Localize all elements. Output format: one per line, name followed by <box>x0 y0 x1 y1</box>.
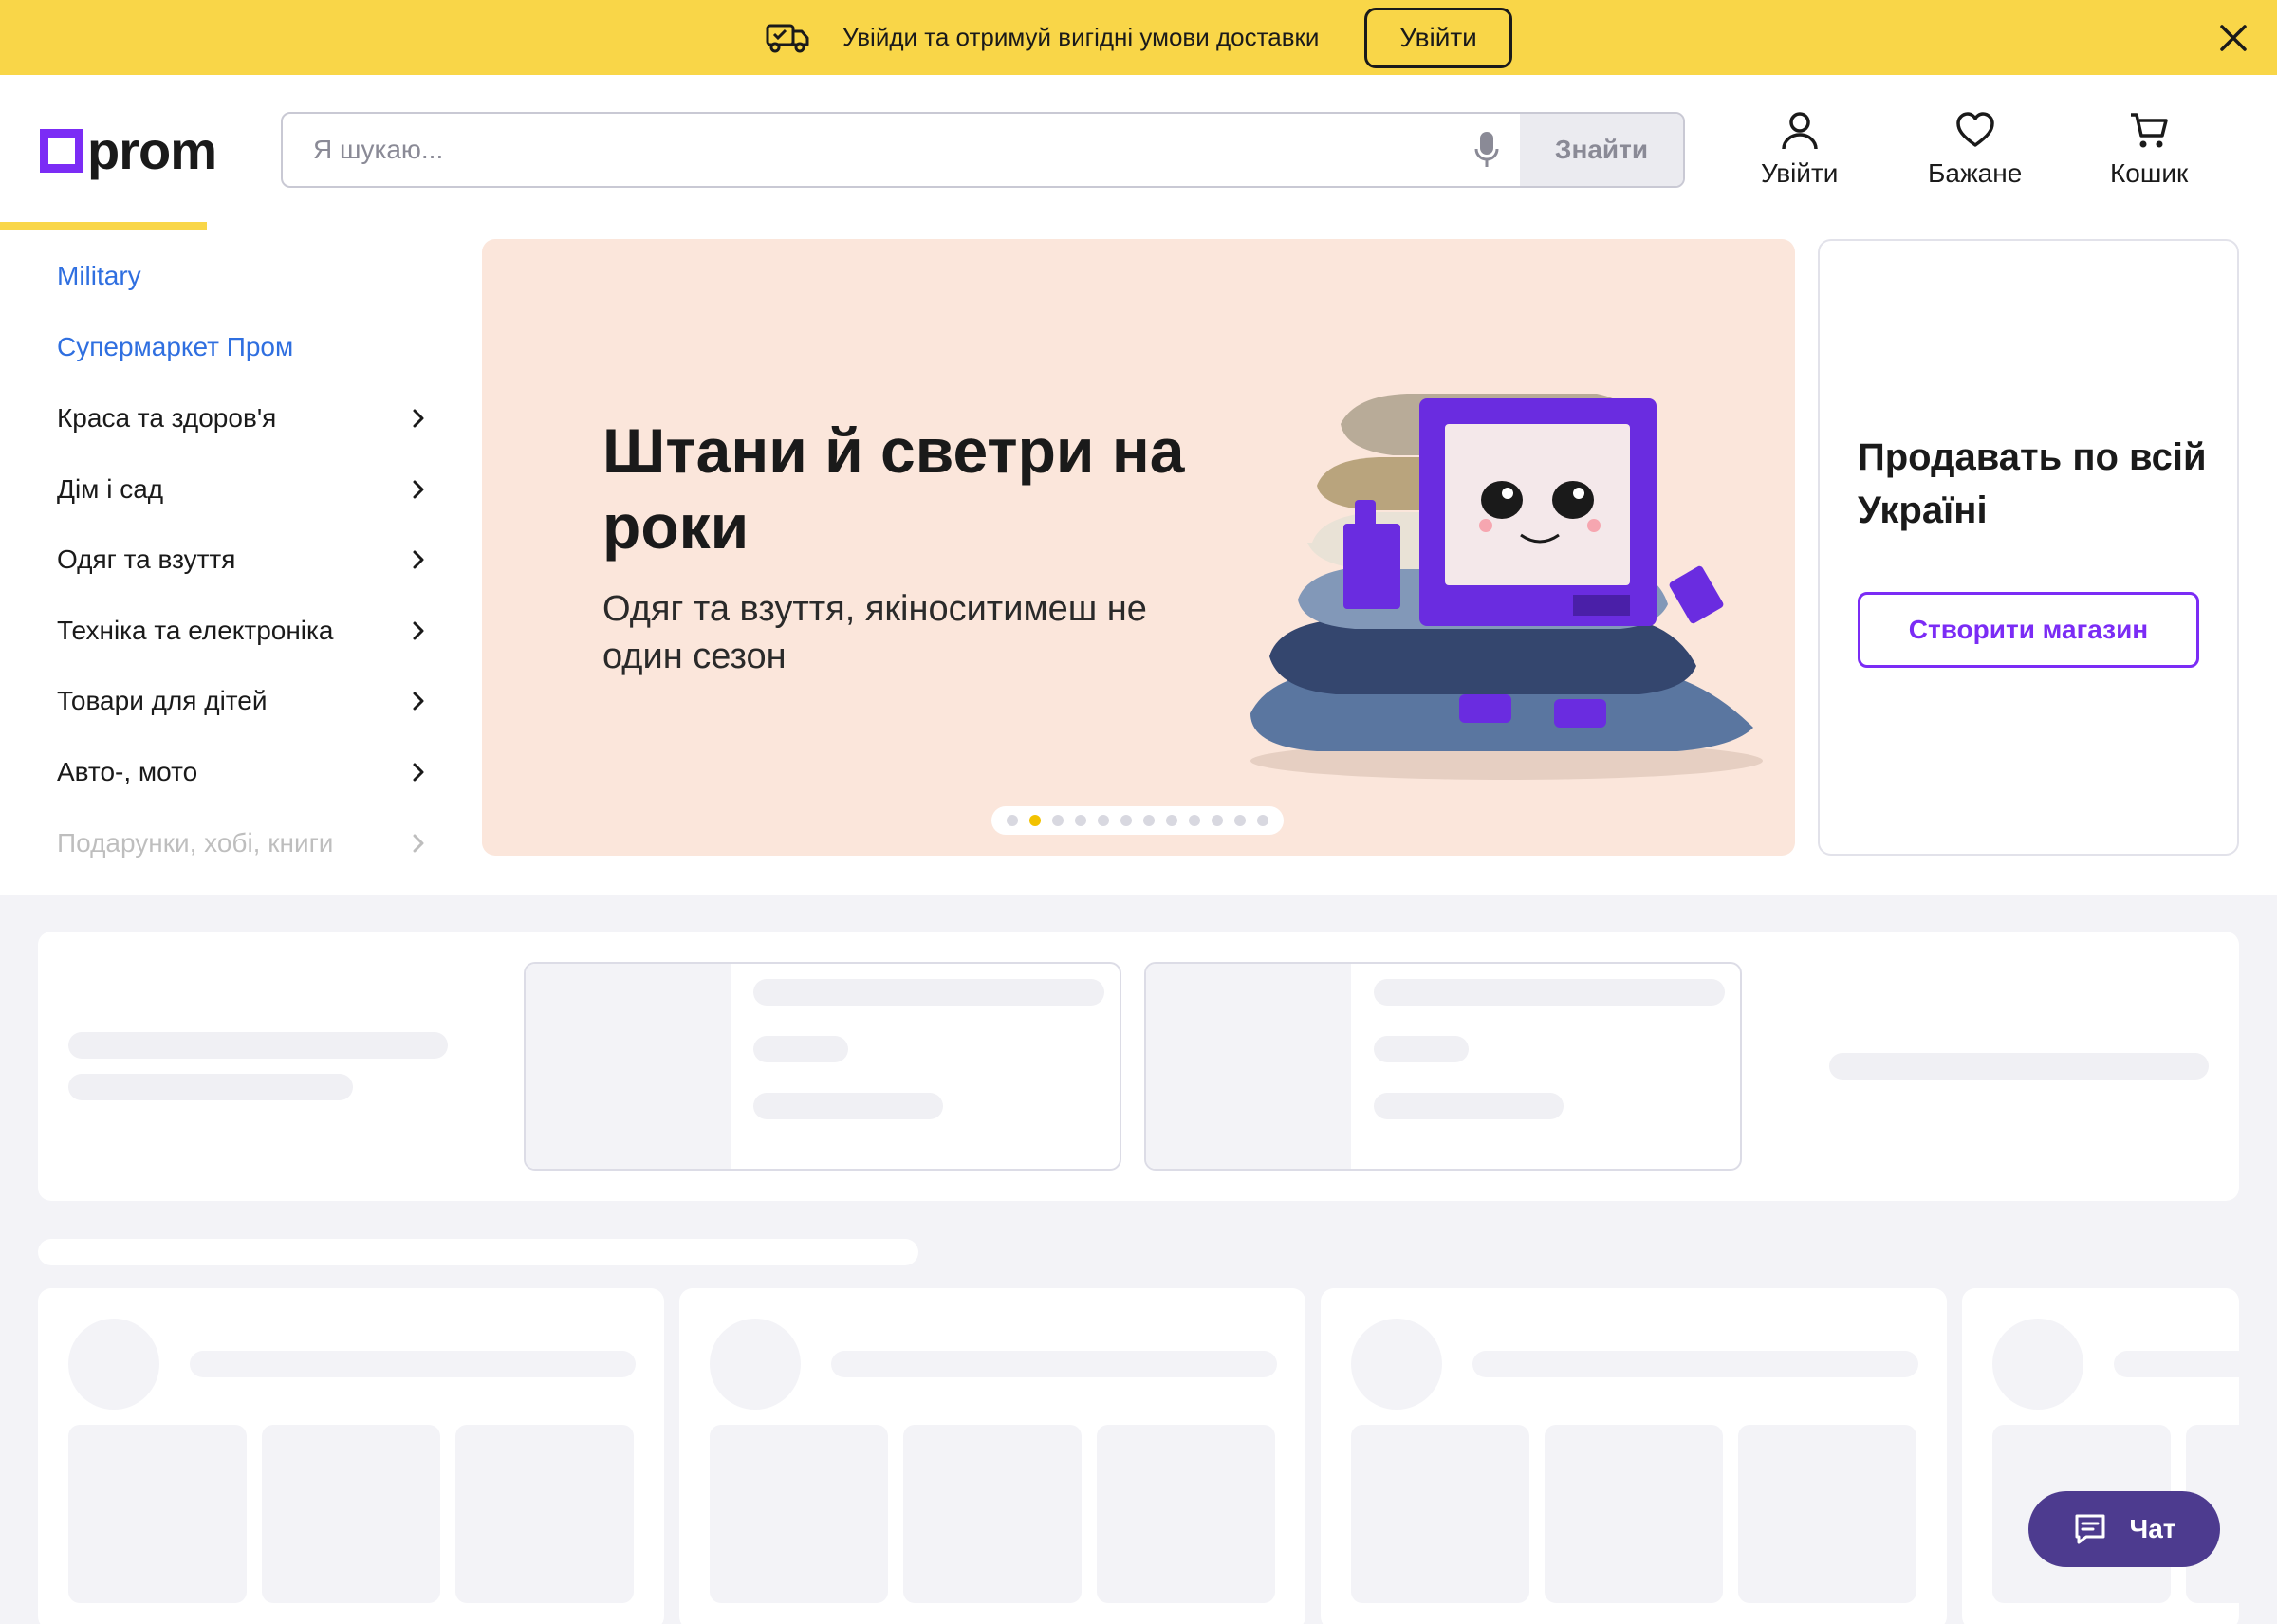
logo-mark <box>40 129 83 173</box>
chevron-right-icon <box>413 834 424 853</box>
sidebar-item-label: Дім і сад <box>57 474 164 504</box>
loading-shop-card <box>1321 1288 1947 1624</box>
search-input[interactable] <box>283 114 1453 186</box>
login-label: Увійти <box>1761 158 1839 188</box>
logo-text: prom <box>87 120 217 180</box>
chat-label: Чат <box>2129 1514 2176 1543</box>
carousel-dot[interactable] <box>1098 815 1109 826</box>
chat-button[interactable]: Чат <box>2028 1491 2220 1567</box>
loading-card <box>524 962 1121 1171</box>
carousel-dot[interactable] <box>1052 815 1064 826</box>
sidebar-item-gifts[interactable]: Подарунки, хобі, книги <box>57 818 427 869</box>
header: prom Знайти Увійти Бажане К <box>0 75 2277 231</box>
wishlist-action[interactable]: Бажане <box>1928 109 2022 189</box>
chevron-right-icon <box>413 550 424 569</box>
sidebar-item-label: Супермаркет Пром <box>57 332 294 361</box>
user-icon <box>1781 112 1818 150</box>
sidebar-item-label: Краса та здоров'я <box>57 403 277 433</box>
promo-text: Увійди та отримуй вигідні умови доставки <box>842 23 1320 51</box>
loading-section-title <box>38 1239 918 1265</box>
category-sidebar: Military Супермаркет Пром Краса та здоро… <box>0 231 455 895</box>
login-action[interactable]: Увійти <box>1761 109 1838 189</box>
carousel-dot[interactable] <box>1189 815 1200 826</box>
chat-icon <box>2075 1514 2105 1544</box>
wishlist-label: Бажане <box>1928 158 2023 188</box>
banner-title: Штани й светри на роки <box>602 415 1185 562</box>
promo-bar: Увійди та отримуй вигідні умови доставки… <box>0 0 2277 75</box>
carousel-dot[interactable] <box>1212 815 1223 826</box>
carousel-dot[interactable] <box>1029 815 1041 826</box>
sell-card-title: Продавать по всій Україні <box>1858 436 2207 531</box>
chevron-right-icon <box>413 409 424 428</box>
sidebar-item-military[interactable]: Military <box>57 250 427 302</box>
cart-icon <box>2131 113 2168 148</box>
loading-shop-card <box>679 1288 1305 1624</box>
promo-login-button[interactable]: Увійти <box>1364 7 1512 68</box>
chevron-right-icon <box>413 763 424 782</box>
loading-line <box>68 1074 353 1100</box>
sell-card: Продавать по всій Україні Створити магаз… <box>1818 239 2239 856</box>
loading-shop-card <box>1962 1288 2239 1624</box>
cart-label: Кошик <box>2110 158 2189 188</box>
carousel-dot[interactable] <box>1007 815 1018 826</box>
carousel-dot[interactable] <box>1234 815 1246 826</box>
search-bar: Знайти <box>281 112 1685 188</box>
carousel-dots <box>991 806 1284 835</box>
sidebar-item-kids[interactable]: Товари для дітей <box>57 675 427 727</box>
search-button[interactable]: Знайти <box>1520 114 1683 186</box>
carousel-dot[interactable] <box>1166 815 1177 826</box>
sidebar-item-label: Авто-, мото <box>57 757 198 786</box>
sidebar-item-electronics[interactable]: Техніка та електроніка <box>57 605 427 656</box>
microphone-icon[interactable] <box>1453 114 1520 186</box>
sidebar-item-home-garden[interactable]: Дім і сад <box>57 464 427 515</box>
loading-line <box>1829 1053 2209 1080</box>
sidebar-item-supermarket[interactable]: Супермаркет Пром <box>57 322 427 373</box>
heart-icon <box>1955 112 1994 147</box>
carousel-dot[interactable] <box>1120 815 1132 826</box>
carousel-dot[interactable] <box>1075 815 1086 826</box>
loading-line <box>68 1032 448 1059</box>
sidebar-item-label: Подарунки, хобі, книги <box>57 828 334 858</box>
sidebar-item-label: Military <box>57 261 141 290</box>
loading-card <box>1144 962 1742 1171</box>
carousel-dot[interactable] <box>1143 815 1155 826</box>
cart-action[interactable]: Кошик <box>2110 109 2188 189</box>
sidebar-item-auto-moto[interactable]: Авто-, мото <box>57 747 427 798</box>
chevron-right-icon <box>413 480 424 499</box>
chevron-right-icon <box>413 692 424 710</box>
logo-underline <box>0 222 207 230</box>
loading-placeholder-section <box>38 932 2239 1201</box>
sidebar-item-clothing[interactable]: Одяг та взуття <box>57 534 427 585</box>
create-shop-button[interactable]: Створити магазин <box>1858 592 2199 668</box>
loading-shop-card <box>38 1288 664 1624</box>
carousel-dot[interactable] <box>1257 815 1268 826</box>
sidebar-item-beauty[interactable]: Краса та здоров'я <box>57 393 427 444</box>
prom-logo[interactable]: prom <box>40 122 226 179</box>
clothes-stack-illustration <box>1250 394 1763 780</box>
banner-subtitle: Одяг та взуття, якіноситимеш не один сез… <box>602 589 1147 676</box>
hero-banner[interactable]: Штани й светри на роки Одяг та взуття, я… <box>482 239 1795 856</box>
sidebar-item-label: Техніка та електроніка <box>57 616 334 645</box>
sidebar-item-label: Одяг та взуття <box>57 544 236 574</box>
sidebar-item-label: Товари для дітей <box>57 686 268 715</box>
close-icon[interactable] <box>2214 19 2252 57</box>
chevron-right-icon <box>413 621 424 640</box>
delivery-truck-icon <box>766 24 809 52</box>
